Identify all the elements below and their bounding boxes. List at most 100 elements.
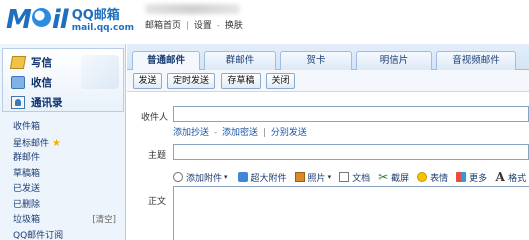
tab-group-mail[interactable]: 群邮件	[204, 51, 276, 70]
folder-label: 星标邮件	[13, 138, 50, 149]
screenshot-button[interactable]: ✂ 截屏	[378, 171, 409, 184]
folder-label: 垃圾箱	[13, 215, 41, 225]
screenshot-label: 截屏	[391, 173, 410, 184]
tab-postcard[interactable]: 明信片	[356, 51, 432, 70]
document-button[interactable]: 文档	[339, 171, 370, 184]
attachment-bar: 添加附件 ▾ 超大附件 照片 ▾ 文档 ✂ 截屏 表情 更多 A 格式	[171, 168, 529, 186]
logo-cn: QQ邮箱	[71, 7, 120, 23]
write-mail-label: 写信	[31, 56, 52, 69]
large-file-icon	[237, 172, 248, 182]
logo-domain: mail.qq.com	[71, 22, 134, 33]
separator: |	[185, 21, 189, 31]
photo-icon	[294, 172, 305, 182]
folder-group-mail[interactable]: 群邮件	[0, 151, 126, 167]
chevron-down-icon[interactable]: ▾	[328, 173, 332, 181]
inbox-icon	[11, 75, 25, 89]
mailbox-home-link[interactable]: 邮箱首页	[145, 21, 181, 31]
compose-tabs: 普通邮件 群邮件 贺卡 明信片 音视频邮件	[127, 44, 529, 71]
folder-spam[interactable]: 垃圾箱 [清空]	[0, 213, 126, 229]
folder-sent[interactable]: 已发送	[0, 182, 126, 198]
separate-send-link[interactable]: 分别发送	[271, 128, 307, 138]
sidebar: 写信 收信 通讯录 收件箱 星标邮件 ★ 群邮件 草稿箱 已发送 已删除 垃圾箱 […	[0, 44, 126, 240]
header: Mil QQ邮箱 mail.qq.com 邮箱首页 | 设置 - 换肤	[0, 0, 529, 44]
big-attachment-button[interactable]: 超大附件	[237, 171, 287, 184]
add-attachment-label: 添加附件	[186, 173, 223, 184]
separator: |	[262, 128, 266, 138]
write-mail-button[interactable]: 写信	[9, 53, 52, 71]
more-button[interactable]: 更多	[456, 171, 487, 184]
compose-area: 普通邮件 群邮件 贺卡 明信片 音视频邮件 发送 定时发送 存草稿 关闭 收件人…	[127, 44, 529, 240]
compose-toolbar: 发送 定时发送 存草稿 关闭	[127, 70, 529, 92]
tab-greeting-card[interactable]: 贺卡	[280, 51, 352, 70]
qq-mail-logo[interactable]: Mil QQ邮箱 mail.qq.com	[6, 6, 134, 34]
document-label: 文档	[352, 173, 371, 184]
quick-actions-panel: 写信 收信 通讯录	[2, 48, 124, 112]
folder-label: 收件箱	[13, 122, 41, 132]
chevron-down-icon[interactable]: ▾	[224, 173, 228, 181]
tab-label: 音视频邮件	[452, 55, 500, 66]
scissors-icon: ✂	[378, 170, 389, 184]
message-body-editor[interactable]	[173, 186, 529, 240]
tab-normal-mail[interactable]: 普通邮件	[132, 51, 200, 71]
folder-deleted[interactable]: 已删除	[0, 198, 126, 214]
pencil-icon	[9, 55, 27, 69]
folder-subscriptions[interactable]: QQ邮件订阅	[0, 229, 126, 240]
logo-text: QQ邮箱 mail.qq.com	[72, 8, 134, 33]
photo-label: 照片	[307, 173, 326, 184]
emoticon-label: 表情	[430, 173, 449, 184]
smiley-icon	[417, 172, 428, 182]
settings-link[interactable]: 设置	[194, 21, 212, 31]
paperclip-icon	[171, 170, 185, 184]
add-bcc-link[interactable]: 添加密送	[222, 128, 258, 138]
subject-label: 主题	[148, 151, 167, 161]
receive-mail-label: 收信	[31, 76, 52, 89]
tab-av-mail[interactable]: 音视频邮件	[436, 51, 516, 70]
more-label: 更多	[469, 173, 488, 184]
to-input[interactable]	[173, 106, 529, 122]
blurred-account-name	[145, 4, 240, 14]
add-attachment-button[interactable]: 添加附件 ▾	[171, 170, 228, 184]
logo-wordmark: Mil	[6, 5, 69, 35]
subject-input[interactable]	[173, 144, 529, 160]
send-button[interactable]: 发送	[133, 73, 162, 89]
document-icon	[339, 172, 350, 182]
folder-list: 收件箱 星标邮件 ★ 群邮件 草稿箱 已发送 已删除 垃圾箱 [清空] QQ邮件订阅	[0, 120, 126, 240]
tab-label: 明信片	[379, 55, 409, 66]
folder-inbox[interactable]: 收件箱	[0, 120, 126, 136]
font-icon: A	[495, 170, 505, 184]
folder-label: 草稿箱	[13, 168, 41, 179]
separator: -	[216, 21, 220, 31]
body-label: 正文	[148, 197, 167, 207]
format-label: 格式	[508, 173, 527, 184]
panel-decoration	[81, 55, 119, 89]
top-links: 邮箱首页 | 设置 - 换肤	[145, 18, 243, 31]
format-button[interactable]: A 格式	[495, 171, 526, 184]
star-icon: ★	[52, 137, 61, 149]
folder-label: 已发送	[13, 184, 41, 194]
contacts-icon	[11, 95, 25, 109]
more-icon	[456, 172, 467, 182]
tab-label: 群邮件	[225, 55, 255, 66]
folder-label: 群邮件	[13, 153, 41, 163]
add-cc-link[interactable]: 添加抄送	[173, 128, 209, 138]
emoticon-button[interactable]: 表情	[417, 171, 448, 184]
empty-spam-link[interactable]: [清空]	[92, 213, 116, 229]
close-button[interactable]: 关闭	[266, 73, 295, 89]
to-label: 收件人	[141, 113, 169, 123]
folder-starred[interactable]: 星标邮件 ★	[0, 136, 126, 152]
folder-label: 已删除	[13, 199, 41, 210]
save-draft-button[interactable]: 存草稿	[221, 73, 261, 89]
big-attachment-label: 超大附件	[250, 173, 287, 184]
separator: -	[213, 128, 218, 138]
contacts-button[interactable]: 通讯录	[11, 93, 63, 111]
tab-label: 普通邮件	[146, 55, 185, 66]
change-skin-link[interactable]: 换肤	[225, 21, 243, 31]
logo-globe-icon	[31, 8, 51, 27]
photo-button[interactable]: 照片 ▾	[294, 171, 332, 184]
recipient-options: 添加抄送 - 添加密送 | 分别发送	[173, 125, 307, 138]
folder-drafts[interactable]: 草稿箱	[0, 167, 126, 183]
scheduled-send-button[interactable]: 定时发送	[167, 73, 215, 89]
tab-label: 贺卡	[306, 55, 326, 66]
receive-mail-button[interactable]: 收信	[11, 73, 52, 91]
contacts-label: 通讯录	[31, 96, 63, 109]
